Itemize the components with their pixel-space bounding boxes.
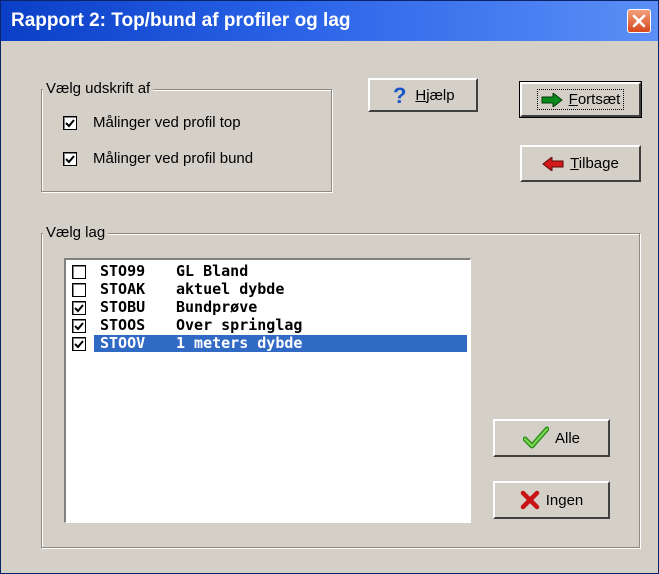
layer-name: GL Bland	[176, 262, 249, 280]
layer-checkbox[interactable]	[72, 283, 86, 297]
label-profile-top[interactable]: Målinger ved profil top	[93, 114, 241, 131]
red-x-icon	[520, 490, 539, 510]
check-mark-icon	[74, 304, 84, 313]
checkbox-profile-bottom[interactable]	[63, 152, 77, 166]
help-label: Hjælp	[415, 86, 455, 104]
layer-checkbox[interactable]	[72, 301, 86, 315]
question-icon: ?	[393, 84, 406, 106]
list-item-selected[interactable]: STOOV 1 meters dybde	[68, 335, 468, 352]
list-item[interactable]: STOBU Bundprøve	[68, 299, 468, 316]
label-profile-bottom[interactable]: Målinger ved profil bund	[93, 150, 253, 167]
red-arrow-left-icon	[542, 156, 564, 171]
layer-name: Over springlag	[176, 316, 303, 334]
layer-code: STOOS	[100, 316, 146, 334]
checkbox-profile-top[interactable]	[63, 116, 77, 130]
layer-group-legend: Vælg lag	[43, 224, 109, 241]
green-arrow-right-icon	[541, 92, 563, 107]
select-none-label: Ingen	[545, 491, 584, 509]
help-button[interactable]: ? Hjælp	[368, 78, 478, 112]
svg-text:?: ?	[393, 84, 406, 106]
back-label: Tilbage	[570, 155, 619, 172]
check-mark-icon	[74, 340, 84, 349]
layer-name: 1 meters dybde	[176, 334, 303, 352]
select-all-label: Alle	[554, 429, 580, 447]
check-mark-icon	[65, 155, 75, 164]
window-title: Rapport 2: Top/bund af profiler og lag	[11, 10, 351, 31]
layer-checkbox[interactable]	[72, 265, 86, 279]
layer-code: STOOV	[100, 334, 146, 352]
list-item[interactable]: STO99 GL Bland	[68, 263, 468, 280]
title-bar[interactable]: Rapport 2: Top/bund af profiler og lag	[1, 1, 658, 41]
select-all-button[interactable]: Alle	[493, 419, 610, 457]
list-item[interactable]: STOOS Over springlag	[68, 317, 468, 334]
check-mark-icon	[74, 322, 84, 331]
layer-code: STOBU	[100, 298, 146, 316]
back-button[interactable]: Tilbage	[520, 145, 641, 182]
layer-name: aktuel dybde	[176, 280, 285, 298]
checkmark-icon	[522, 426, 549, 449]
close-button[interactable]	[627, 9, 651, 33]
close-icon	[632, 14, 646, 28]
print-options-group	[41, 89, 332, 192]
layer-checkbox[interactable]	[72, 319, 86, 333]
continue-button[interactable]: Fortsæt	[519, 81, 642, 118]
layer-code: STOAK	[100, 280, 146, 298]
report-dialog: Rapport 2: Top/bund af profiler og lag V…	[0, 0, 659, 574]
layer-list[interactable]: STO99 GL Bland STOAK aktuel dybde STOBU …	[64, 258, 471, 523]
layer-code: STO99	[100, 262, 146, 280]
check-mark-icon	[65, 119, 75, 128]
print-options-legend: Vælg udskrift af	[43, 80, 154, 97]
list-item[interactable]: STOAK aktuel dybde	[68, 281, 468, 298]
layer-name: Bundprøve	[176, 298, 258, 316]
continue-label: Fortsæt	[568, 91, 621, 108]
layer-checkbox[interactable]	[72, 337, 86, 351]
select-none-button[interactable]: Ingen	[493, 481, 610, 519]
